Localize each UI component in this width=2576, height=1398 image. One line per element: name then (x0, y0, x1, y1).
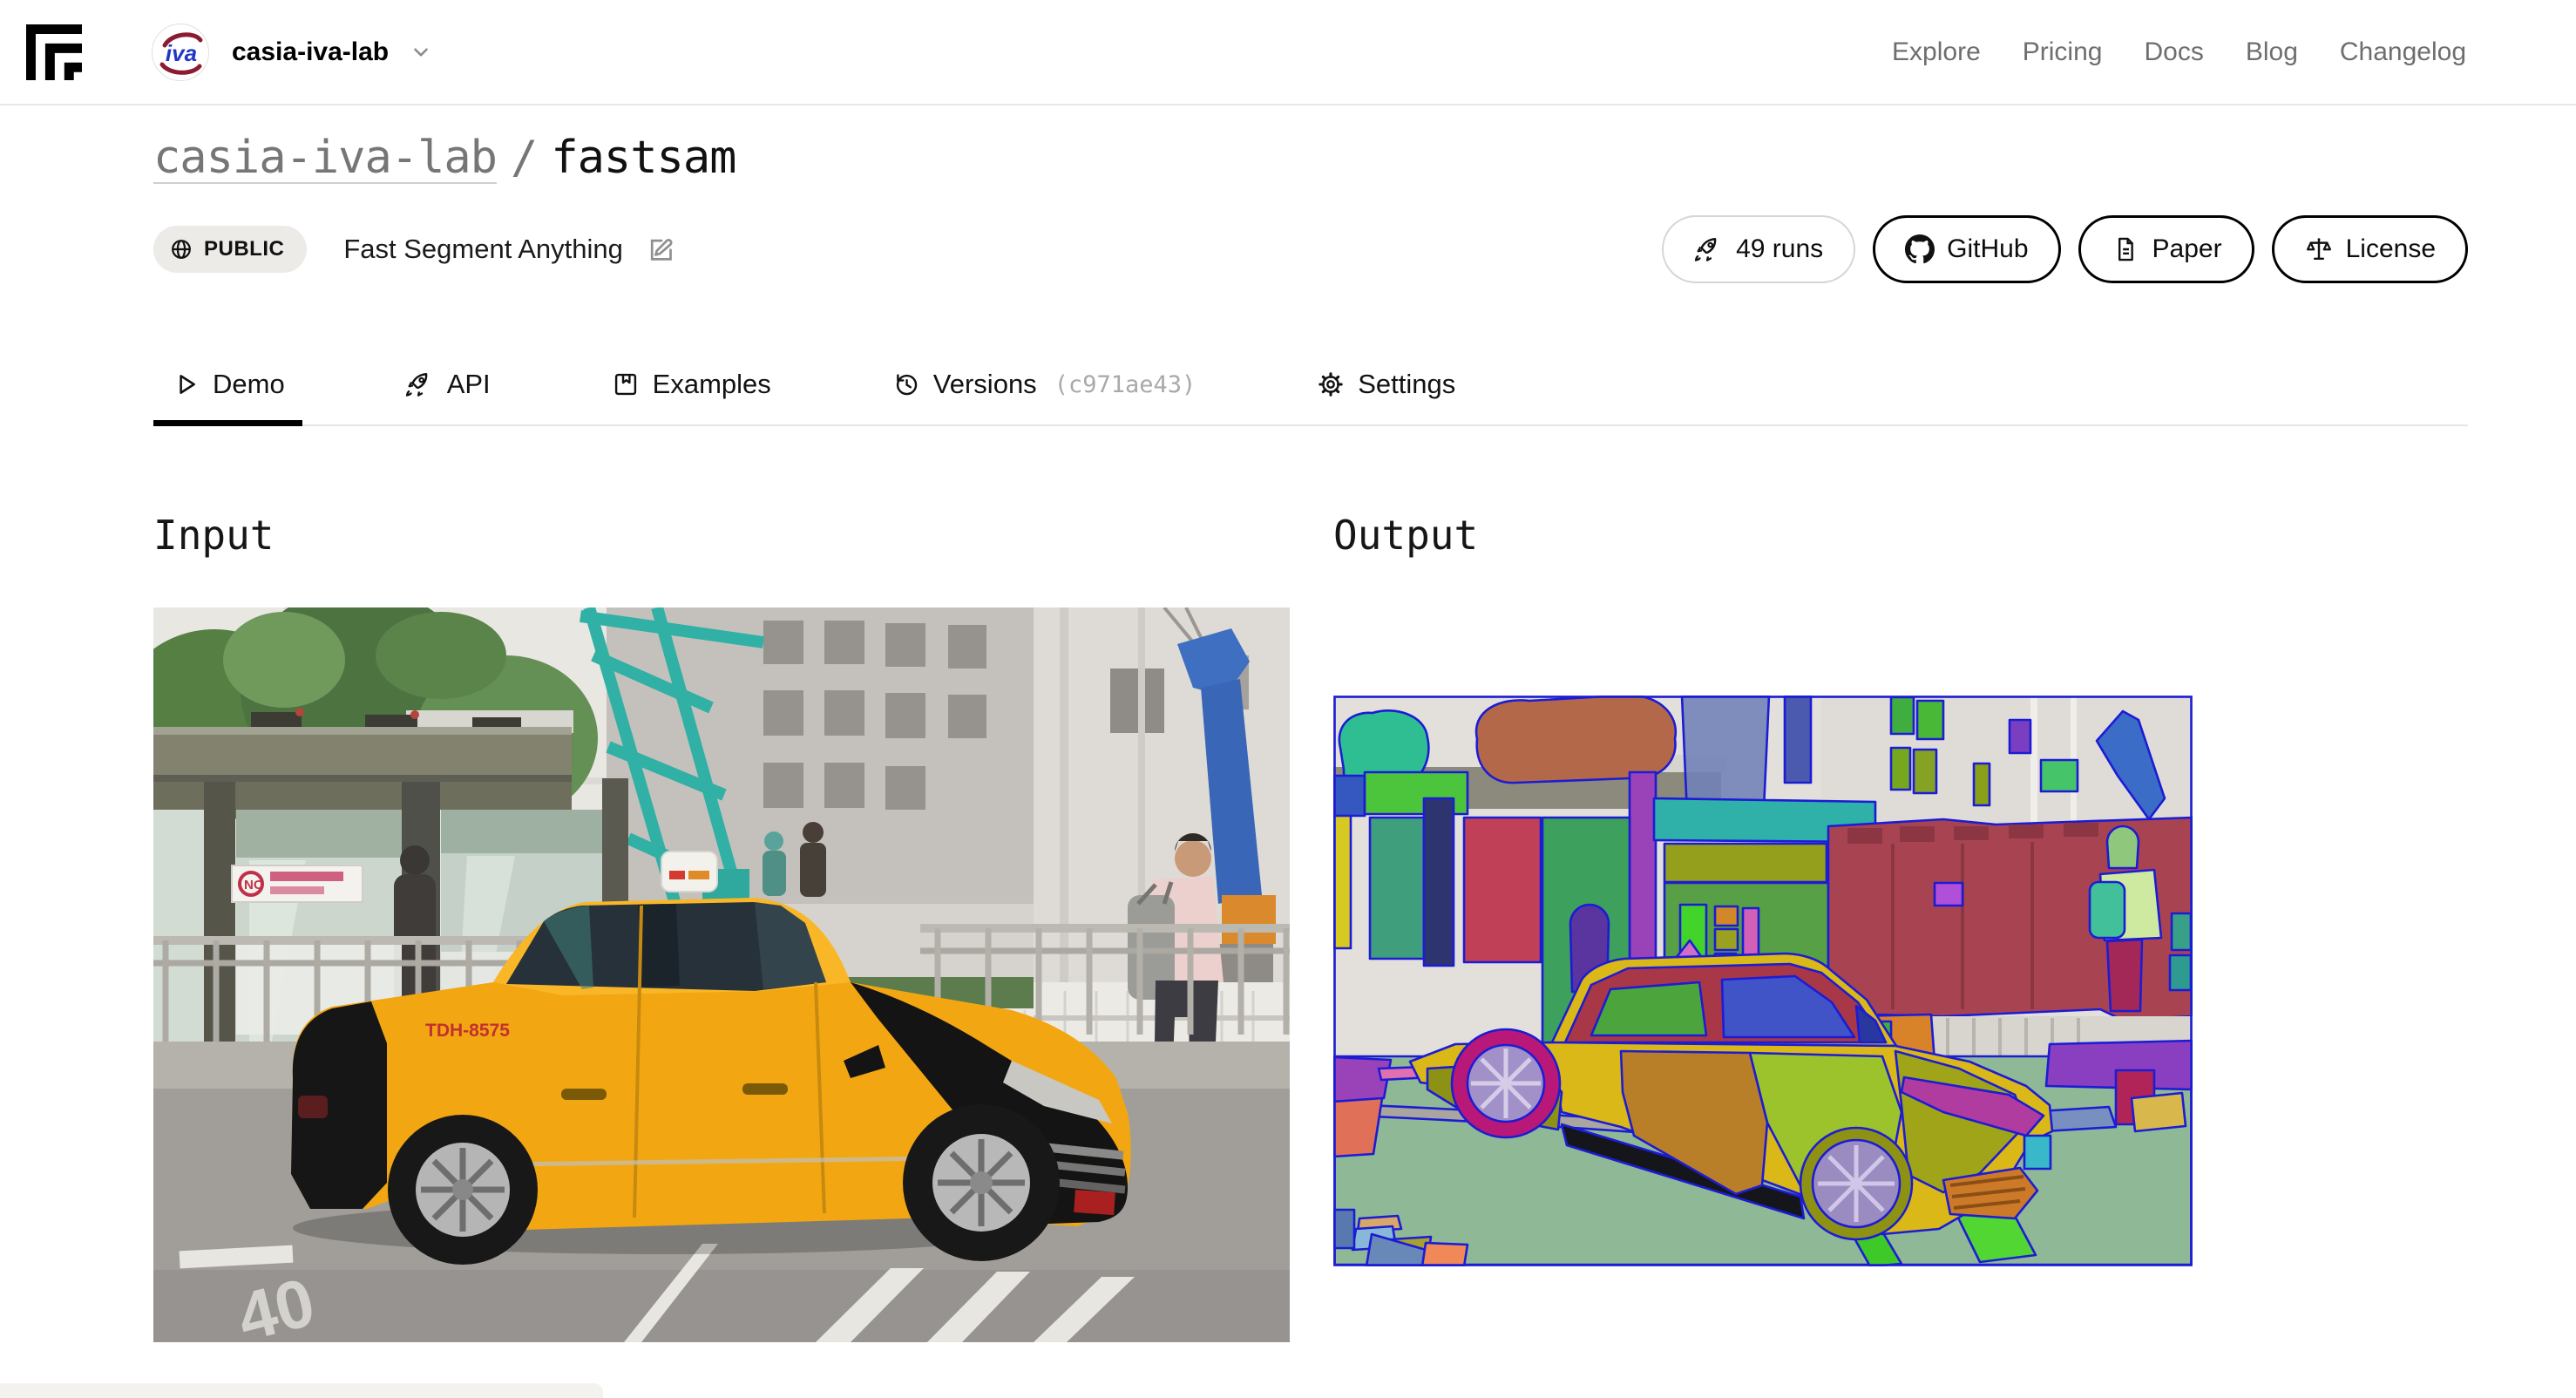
model-owner-link[interactable]: casia-iva-lab (153, 132, 497, 184)
replicate-logo-icon[interactable] (26, 24, 82, 80)
output-image: .seg{stroke:#1c1cd4;stroke-width:2.6;str… (1333, 696, 2471, 1266)
version-hash: (c971ae43) (1054, 371, 1196, 398)
github-button-label: GitHub (1947, 234, 2028, 264)
runs-count-button[interactable]: 49 runs (1662, 215, 1855, 283)
org-avatar: iva (152, 24, 209, 81)
tab-demo-label: Demo (213, 369, 285, 400)
tab-demo[interactable]: Demo (153, 365, 302, 424)
no-smoking-sign: NO (232, 865, 363, 902)
model-description: Fast Segment Anything (343, 234, 623, 265)
tab-settings-label: Settings (1358, 369, 1455, 400)
nav-link-blog[interactable]: Blog (2246, 37, 2298, 67)
model-tab-bar: Demo API Examples Versions (153, 365, 2468, 426)
tab-versions[interactable]: Versions (c971ae43) (874, 365, 1213, 424)
nav-link-pricing[interactable]: Pricing (2023, 37, 2103, 67)
shelter-sign-text: NO (244, 878, 264, 892)
top-navigation-bar: iva casia-iva-lab Explore Pricing Docs B… (0, 0, 2576, 105)
input-column: Input (153, 512, 1290, 1342)
top-nav-links: Explore Pricing Docs Blog Changelog (1892, 37, 2466, 67)
tab-versions-label: Versions (933, 369, 1037, 400)
globe-icon (169, 237, 193, 261)
gear-icon (1316, 370, 1346, 399)
taxi-plate-text: TDH-8575 (425, 1021, 510, 1041)
input-image: 琢豐 BOUNTIFUL JOURNEY (153, 607, 1290, 1342)
play-icon (171, 370, 200, 399)
output-heading: Output (1333, 512, 2471, 559)
output-column: Output .seg{stroke:#1c1cd4;stroke-width:… (1333, 512, 2471, 1342)
runs-count-label: 49 runs (1736, 234, 1823, 264)
nav-link-changelog[interactable]: Changelog (2340, 37, 2466, 67)
rocket-icon (405, 370, 435, 399)
page-title: casia-iva-lab / fastsam (153, 132, 2468, 184)
paper-button[interactable]: Paper (2078, 215, 2254, 283)
paper-button-label: Paper (2152, 234, 2222, 264)
tab-settings[interactable]: Settings (1298, 365, 1473, 424)
edit-pencil-icon (646, 234, 677, 265)
tab-examples-label: Examples (653, 369, 771, 400)
book-icon (611, 370, 641, 399)
bottom-overlay-strip (0, 1384, 603, 1398)
tab-examples[interactable]: Examples (593, 365, 789, 424)
model-page: casia-iva-lab / fastsam PUBLIC Fast Segmen… (0, 132, 2576, 1342)
edit-description-button[interactable] (646, 234, 677, 265)
tab-api[interactable]: API (388, 365, 508, 424)
input-photo-taxi-street: 琢豐 BOUNTIFUL JOURNEY (153, 607, 1290, 1342)
org-avatar-text: iva (166, 40, 197, 66)
model-name: fastsam (551, 132, 736, 184)
model-action-buttons: 49 runs GitHub Paper (1662, 215, 2468, 283)
license-button-label: License (2346, 234, 2436, 264)
account-switcher[interactable]: iva casia-iva-lab (152, 24, 432, 81)
chevron-down-icon (410, 41, 432, 64)
tab-api-label: API (447, 369, 491, 400)
model-meta-row: PUBLIC Fast Segment Anything 49 runs (153, 215, 2468, 283)
nav-link-explore[interactable]: Explore (1892, 37, 1981, 67)
license-button[interactable]: License (2272, 215, 2468, 283)
rocket-icon (1694, 234, 1724, 264)
nav-link-docs[interactable]: Docs (2144, 37, 2203, 67)
title-separator: / (511, 132, 537, 184)
demo-panel: Input (153, 512, 2468, 1342)
output-segmentation-masks: .seg{stroke:#1c1cd4;stroke-width:2.6;str… (1333, 696, 2193, 1266)
github-button[interactable]: GitHub (1873, 215, 2060, 283)
account-name: casia-iva-lab (232, 37, 389, 67)
visibility-badge-label: PUBLIC (204, 237, 284, 261)
visibility-badge: PUBLIC (153, 226, 307, 273)
license-scales-icon (2304, 234, 2334, 264)
history-icon (891, 370, 921, 399)
input-heading: Input (153, 512, 1290, 559)
paper-icon (2111, 234, 2140, 264)
github-icon (1905, 234, 1935, 264)
